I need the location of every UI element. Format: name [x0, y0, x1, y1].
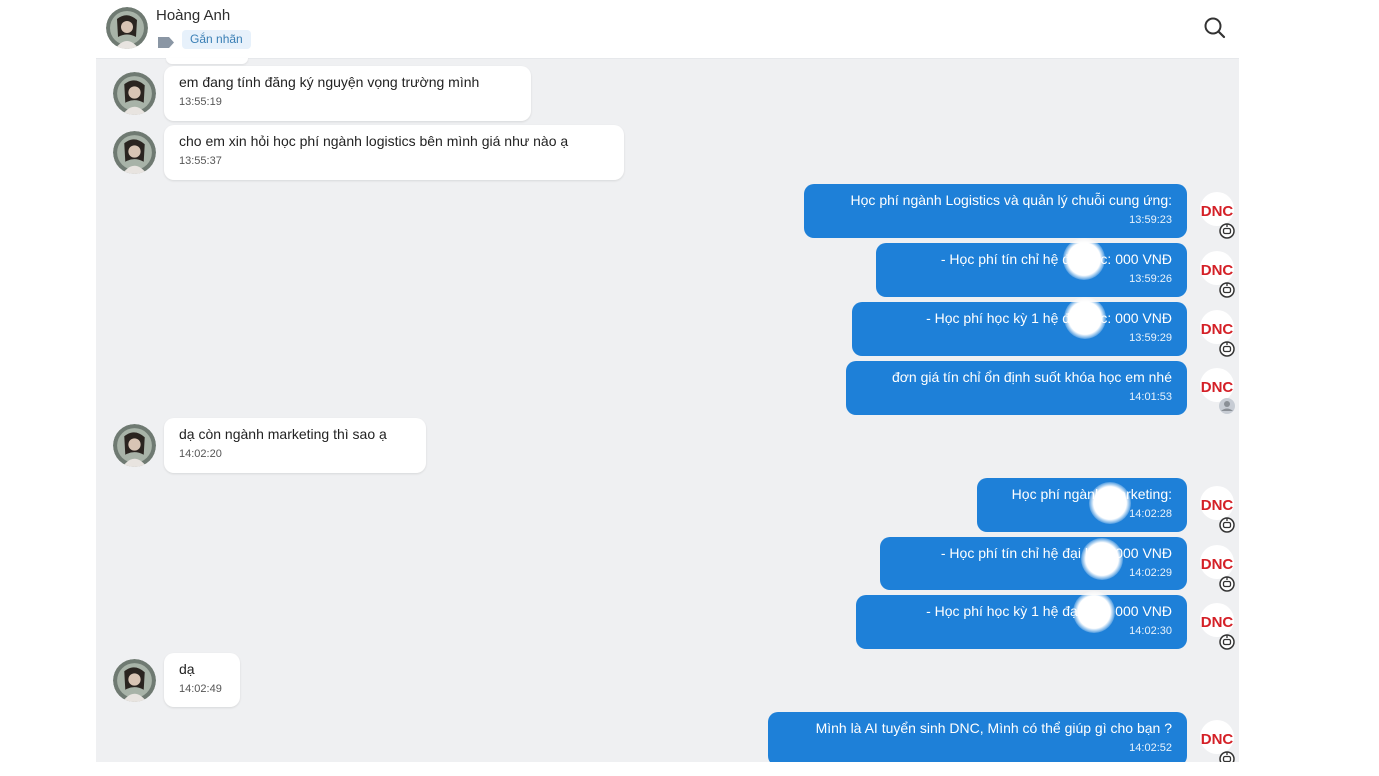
- message-text: Học phí ngành Logistics và quản lý chuỗi…: [850, 192, 1172, 208]
- incoming-message[interactable]: em đang tính đăng ký nguyện vọng trường …: [164, 66, 531, 121]
- message-text: - Học phí tín chỉ hệ đại học: 000 VNĐ: [940, 251, 1172, 267]
- previous-message-edge: [166, 58, 248, 64]
- message-time: 14:02:29: [1129, 567, 1172, 579]
- outgoing-message[interactable]: Học phí ngành Logistics và quản lý chuỗi…: [804, 184, 1187, 238]
- redaction-blur: [1063, 238, 1105, 280]
- message-text: - Học phí học kỳ 1 hệ đại học: 000 VNĐ: [926, 603, 1172, 619]
- redaction-blur: [1073, 591, 1115, 633]
- message-text: em đang tính đăng ký nguyện vọng trường …: [179, 74, 480, 90]
- message-time: 13:59:23: [1129, 214, 1172, 226]
- bot-avatar: DNC: [1196, 484, 1238, 534]
- message-text: cho em xin hỏi học phí ngành logistics b…: [179, 133, 569, 149]
- contact-avatar[interactable]: [106, 7, 148, 49]
- bot-avatar: DNC: [1196, 190, 1238, 240]
- message-time: 14:02:28: [1129, 508, 1172, 520]
- outgoing-message[interactable]: - Học phí học kỳ 1 hệ đại học: 000 VNĐ 1…: [852, 302, 1187, 356]
- message-time: 14:02:20: [179, 448, 222, 460]
- dnc-logo: DNC: [1201, 203, 1234, 220]
- bot-avatar: DNC: [1196, 601, 1238, 651]
- message-time: 14:02:30: [1129, 625, 1172, 637]
- message-time: 14:01:53: [1129, 391, 1172, 403]
- redaction-blur: [1089, 482, 1131, 524]
- chat-header: Hoàng Anh Gắn nhãn: [96, 0, 1239, 59]
- outgoing-message[interactable]: Học phí ngành Marketing: 14:02:28: [977, 478, 1187, 532]
- avatar[interactable]: [113, 72, 156, 115]
- incoming-message[interactable]: cho em xin hỏi học phí ngành logistics b…: [164, 125, 624, 180]
- message-text: đơn giá tín chỉ ổn định suốt khóa học em…: [891, 369, 1172, 385]
- outgoing-message[interactable]: - Học phí học kỳ 1 hệ đại học: 000 VNĐ 1…: [856, 595, 1187, 649]
- message-text: - Học phí tín chỉ hệ đại học: 000 VNĐ: [940, 545, 1172, 561]
- bot-avatar: DNC: [1196, 366, 1238, 416]
- dnc-logo: DNC: [1201, 731, 1234, 748]
- bot-avatar: DNC: [1196, 543, 1238, 593]
- message-text: Học phí ngành Marketing:: [1011, 486, 1172, 502]
- message-text: dạ: [179, 661, 195, 677]
- dnc-logo: DNC: [1201, 262, 1234, 279]
- avatar[interactable]: [113, 659, 156, 702]
- dnc-logo: DNC: [1201, 379, 1234, 396]
- outgoing-message[interactable]: - Học phí tín chỉ hệ đại học: 000 VNĐ 14…: [880, 537, 1187, 590]
- dnc-logo: DNC: [1201, 497, 1234, 514]
- redaction-blur: [1064, 297, 1106, 339]
- outgoing-message[interactable]: đơn giá tín chỉ ổn định suốt khóa học em…: [846, 361, 1187, 415]
- dnc-logo: DNC: [1201, 556, 1234, 573]
- avatar[interactable]: [113, 424, 156, 467]
- dnc-logo: DNC: [1201, 321, 1234, 338]
- message-time: 13:55:19: [179, 96, 222, 108]
- message-text: Mình là AI tuyển sinh DNC, Mình có thể g…: [815, 720, 1172, 736]
- bot-avatar: DNC: [1196, 718, 1238, 762]
- bot-avatar: DNC: [1196, 249, 1238, 299]
- contact-name: Hoàng Anh: [156, 7, 231, 24]
- redaction-blur: [1081, 538, 1123, 580]
- dnc-logo: DNC: [1201, 614, 1234, 631]
- message-time: 14:02:52: [1129, 742, 1172, 754]
- message-time: 13:59:26: [1129, 273, 1172, 285]
- message-time: 13:59:29: [1129, 332, 1172, 344]
- message-time: 13:55:37: [179, 155, 222, 167]
- tag-icon[interactable]: [158, 35, 174, 48]
- avatar[interactable]: [113, 131, 156, 174]
- outgoing-message[interactable]: Mình là AI tuyển sinh DNC, Mình có thể g…: [768, 712, 1187, 762]
- message-time: 14:02:49: [179, 683, 222, 695]
- tag-label-button[interactable]: Gắn nhãn: [182, 30, 251, 49]
- search-icon[interactable]: [1201, 14, 1229, 42]
- message-text: dạ còn ngành marketing thì sao ạ: [179, 426, 387, 442]
- incoming-message[interactable]: dạ 14:02:49: [164, 653, 240, 707]
- incoming-message[interactable]: dạ còn ngành marketing thì sao ạ 14:02:2…: [164, 418, 426, 473]
- chat-panel: Hoàng Anh Gắn nhãn em đang tính đăng ký …: [96, 0, 1239, 762]
- message-text: - Học phí học kỳ 1 hệ đại học: 000 VNĐ: [926, 310, 1172, 326]
- outgoing-message[interactable]: - Học phí tín chỉ hệ đại học: 000 VNĐ 13…: [876, 243, 1187, 297]
- bot-avatar: DNC: [1196, 308, 1238, 358]
